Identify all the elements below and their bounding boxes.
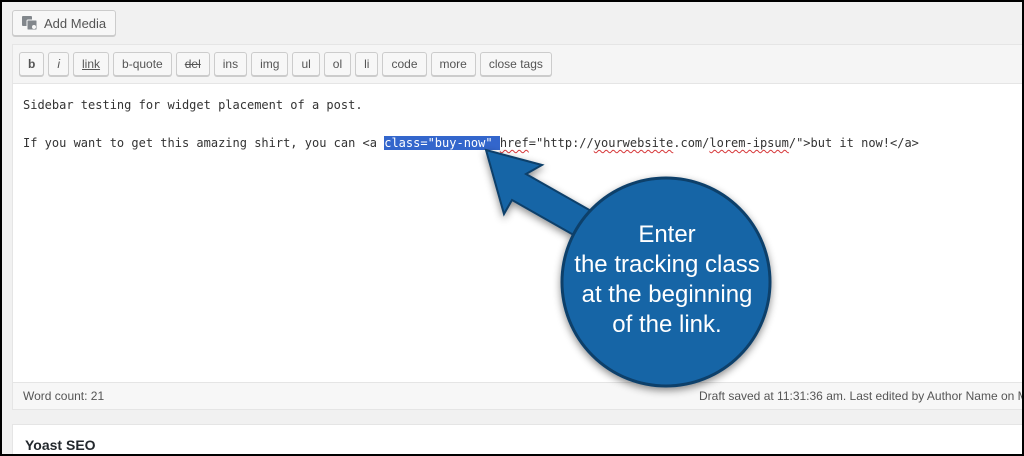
- qt-blockquote-button[interactable]: b-quote: [113, 52, 172, 76]
- draft-saved-status: Draft saved at 11:31:36 am. Last edited …: [699, 389, 1024, 403]
- qt-ol-button[interactable]: ol: [323, 52, 352, 76]
- qt-ins-button[interactable]: ins: [213, 52, 248, 76]
- qt-img-button[interactable]: img: [251, 52, 289, 76]
- content-line-1: Sidebar testing for widget placement of …: [23, 98, 363, 112]
- qt-bold-button[interactable]: b: [19, 52, 45, 76]
- callout-text: Enter the tracking class at the beginnin…: [558, 220, 776, 340]
- line2-mid: ="http://: [528, 136, 594, 150]
- href-word: href: [499, 136, 529, 150]
- media-icon: [22, 16, 38, 31]
- qt-code-button[interactable]: code: [382, 52, 427, 76]
- selected-class-attribute: class="buy-now": [384, 136, 500, 150]
- url-part-2: .com/: [673, 136, 710, 150]
- qt-link-button[interactable]: link: [73, 52, 110, 76]
- url-part-3: lorem-ipsum: [709, 136, 789, 150]
- qt-ul-button[interactable]: ul: [292, 52, 320, 76]
- yoast-seo-title: Yoast SEO: [25, 437, 96, 453]
- editor-status-bar: Word count: 21 Draft saved at 11:31:36 a…: [13, 382, 1024, 409]
- quicktags-toolbar: b i link b-quote del ins img ul ol li co…: [13, 45, 1022, 84]
- url-part-1: yourwebsite: [593, 136, 674, 150]
- qt-li-button[interactable]: li: [355, 52, 379, 76]
- text-editor: b i link b-quote del ins img ul ol li co…: [12, 44, 1024, 410]
- callout-line-2: the tracking class: [574, 251, 760, 278]
- callout-line-3: at the beginning: [581, 281, 753, 308]
- add-media-button[interactable]: Add Media: [12, 10, 117, 36]
- line2-suffix: /">but it now!</a>: [788, 136, 919, 150]
- editor-screenshot-frame: Add Media b i link b-quote del ins img u…: [0, 0, 1024, 456]
- qt-italic-button[interactable]: i: [48, 52, 70, 76]
- qt-close-tags-button[interactable]: close tags: [479, 52, 552, 76]
- callout-line-4: of the link.: [612, 311, 722, 338]
- qt-del-button[interactable]: del: [175, 52, 210, 76]
- line2-prefix: If you want to get this amazing shirt, y…: [23, 136, 385, 150]
- yoast-seo-box: Yoast SEO: [12, 424, 1022, 454]
- qt-more-button[interactable]: more: [430, 52, 476, 76]
- editor-textarea[interactable]: Sidebar testing for widget placement of …: [13, 84, 1022, 384]
- add-media-label: Add Media: [44, 15, 107, 31]
- content-line-2: If you want to get this amazing shirt, y…: [23, 136, 919, 150]
- callout-line-1: Enter: [638, 221, 696, 248]
- word-count: Word count: 21: [23, 389, 105, 403]
